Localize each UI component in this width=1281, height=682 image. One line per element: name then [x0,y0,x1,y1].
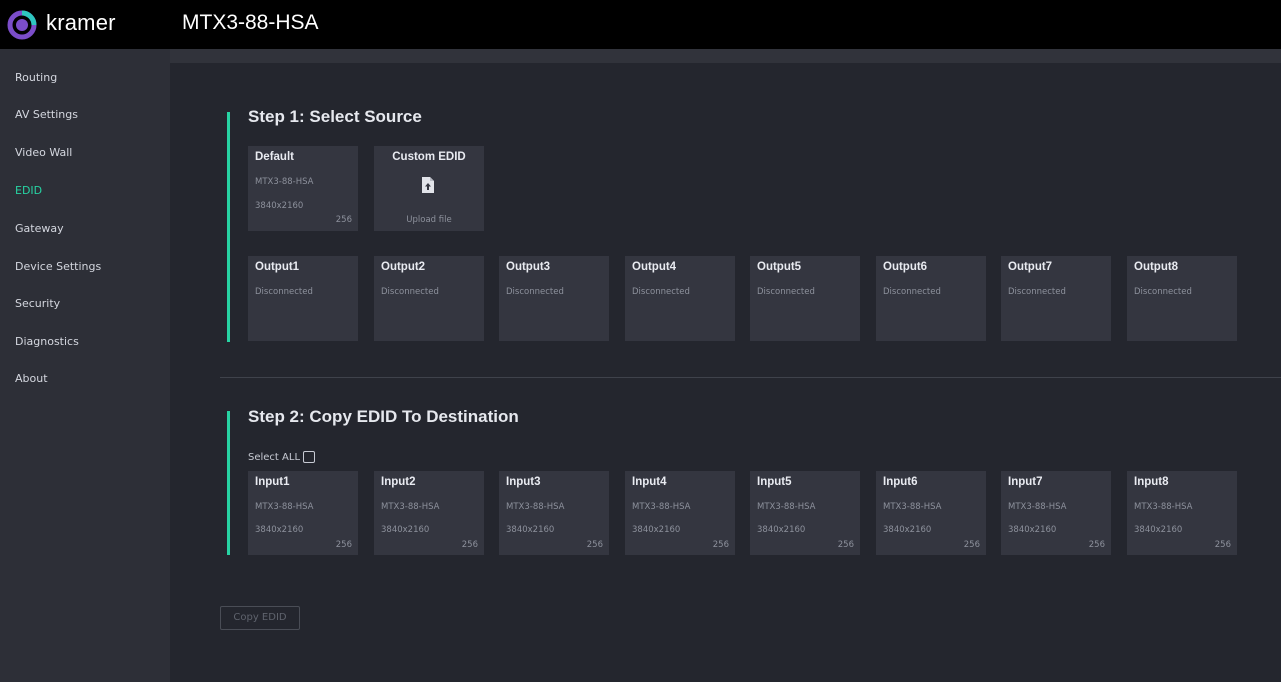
kramer-logo-icon [7,10,37,40]
card-resolution: 3840x2160 [506,525,555,535]
card-model: MTX3-88-HSA [255,502,314,512]
input-card-7[interactable]: Input7 MTX3-88-HSA 3840x2160 256 [1001,471,1111,555]
output-card-5[interactable]: Output5 Disconnected [750,256,860,341]
card-model: MTX3-88-HSA [1008,502,1067,512]
card-resolution: 3840x2160 [255,201,304,211]
sidebar: Routing AV Settings Video Wall EDID Gate… [0,49,170,682]
card-resolution: 3840x2160 [1134,525,1183,535]
card-title: Output4 [632,261,677,273]
card-title: Input2 [381,476,416,488]
card-size: 256 [586,540,603,550]
card-resolution: 3840x2160 [1008,525,1057,535]
card-model: MTX3-88-HSA [381,502,440,512]
card-status: Disconnected [1008,287,1066,297]
card-size: 256 [712,540,729,550]
brand-name: kramer [46,10,116,35]
section-divider [220,377,1281,378]
card-title: Output1 [255,261,300,273]
select-all-checkbox[interactable] [303,451,316,463]
card-title: Input1 [255,476,290,488]
card-model: MTX3-88-HSA [632,502,691,512]
card-title: Custom EDID [392,151,466,163]
card-title: Output3 [506,261,551,273]
input-card-2[interactable]: Input2 MTX3-88-HSA 3840x2160 256 [374,471,484,555]
card-status: Disconnected [381,287,439,297]
input-card-4[interactable]: Input4 MTX3-88-HSA 3840x2160 256 [625,471,735,555]
card-status: Disconnected [632,287,690,297]
step1-title: Step 1: Select Source [248,107,422,126]
card-title: Input4 [632,476,667,488]
step2-accent-bar [227,411,230,555]
card-title: Input6 [883,476,918,488]
card-size: 256 [963,540,980,550]
card-title: Default [255,151,294,163]
sidebar-item-security[interactable]: Security [15,297,60,310]
card-title: Output8 [1134,261,1179,273]
file-upload-icon [422,177,434,193]
output-card-7[interactable]: Output7 Disconnected [1001,256,1111,341]
sidebar-item-gateway[interactable]: Gateway [15,222,64,235]
top-bar: kramer MTX3-88-HSA [0,0,1281,49]
input-card-3[interactable]: Input3 MTX3-88-HSA 3840x2160 256 [499,471,609,555]
device-title: MTX3-88-HSA [182,11,319,34]
select-all-label: Select ALL [248,451,301,463]
card-resolution: 3840x2160 [883,525,932,535]
upload-file-label: Upload file [406,215,452,225]
card-status: Disconnected [883,287,941,297]
input-card-8[interactable]: Input8 MTX3-88-HSA 3840x2160 256 [1127,471,1237,555]
output-card-4[interactable]: Output4 Disconnected [625,256,735,341]
sidebar-item-av-settings[interactable]: AV Settings [15,108,78,121]
card-model: MTX3-88-HSA [255,177,314,187]
card-model: MTX3-88-HSA [1134,502,1193,512]
card-title: Output2 [381,261,426,273]
card-size: 256 [837,540,854,550]
output-card-6[interactable]: Output6 Disconnected [876,256,986,341]
card-status: Disconnected [1134,287,1192,297]
card-size: 256 [335,540,352,550]
sidebar-item-edid[interactable]: EDID [15,184,42,197]
card-size: 256 [1214,540,1231,550]
output-card-8[interactable]: Output8 Disconnected [1127,256,1237,341]
output-card-1[interactable]: Output1 Disconnected [248,256,358,341]
card-status: Disconnected [757,287,815,297]
card-resolution: 3840x2160 [381,525,430,535]
custom-edid-card[interactable]: Custom EDID Upload file [374,146,484,231]
card-size: 256 [335,215,352,225]
select-all-control[interactable]: Select ALL [248,451,316,463]
card-title: Input7 [1008,476,1043,488]
card-resolution: 3840x2160 [757,525,806,535]
sidebar-item-about[interactable]: About [15,372,48,385]
card-title: Input8 [1134,476,1169,488]
card-size: 256 [1088,540,1105,550]
copy-edid-button[interactable]: Copy EDID [220,606,300,630]
sidebar-item-video-wall[interactable]: Video Wall [15,146,72,159]
sidebar-item-routing[interactable]: Routing [15,71,57,84]
input-card-5[interactable]: Input5 MTX3-88-HSA 3840x2160 256 [750,471,860,555]
input-card-1[interactable]: Input1 MTX3-88-HSA 3840x2160 256 [248,471,358,555]
card-title: Input5 [757,476,792,488]
card-resolution: 3840x2160 [255,525,304,535]
default-source-card[interactable]: Default MTX3-88-HSA 3840x2160 256 [248,146,358,231]
card-model: MTX3-88-HSA [757,502,816,512]
card-title: Output6 [883,261,928,273]
card-title: Output7 [1008,261,1053,273]
card-model: MTX3-88-HSA [506,502,565,512]
card-status: Disconnected [506,287,564,297]
sidebar-item-device-settings[interactable]: Device Settings [15,260,101,273]
output-card-2[interactable]: Output2 Disconnected [374,256,484,341]
sidebar-item-diagnostics[interactable]: Diagnostics [15,335,79,348]
input-card-6[interactable]: Input6 MTX3-88-HSA 3840x2160 256 [876,471,986,555]
card-size: 256 [461,540,478,550]
card-status: Disconnected [255,287,313,297]
card-title: Output5 [757,261,802,273]
card-title: Input3 [506,476,541,488]
output-card-3[interactable]: Output3 Disconnected [499,256,609,341]
step1-accent-bar [227,112,230,342]
card-model: MTX3-88-HSA [883,502,942,512]
sub-header-bar [170,49,1281,63]
step2-title: Step 2: Copy EDID To Destination [248,407,519,426]
card-resolution: 3840x2160 [632,525,681,535]
